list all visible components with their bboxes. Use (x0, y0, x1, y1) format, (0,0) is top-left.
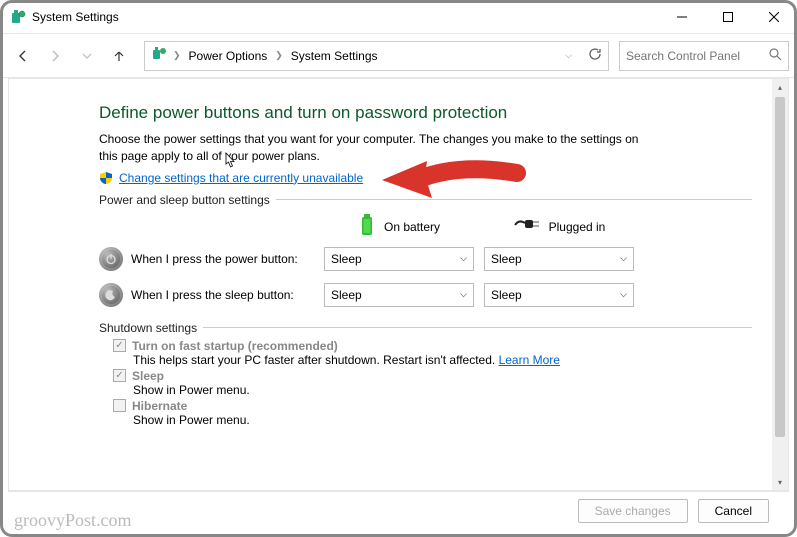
address-dropdown-button[interactable]: ⌵ (565, 50, 572, 61)
navbar: ❯ Power Options ❯ System Settings ⌵ (0, 34, 797, 78)
hibernate-label: Hibernate (132, 399, 187, 413)
hibernate-item: Hibernate Show in Power menu. (113, 399, 752, 427)
search-box[interactable] (619, 41, 789, 71)
sleep-button-plugged-select[interactable]: Sleep⌵ (484, 283, 634, 307)
sleep-checkbox (113, 369, 126, 382)
chevron-right-icon: ❯ (173, 50, 181, 61)
save-changes-button[interactable]: Save changes (578, 499, 688, 523)
page-title: Define power buttons and turn on passwor… (99, 103, 752, 123)
content-pane: Define power buttons and turn on passwor… (8, 78, 789, 491)
fast-startup-item: Turn on fast startup (recommended) This … (113, 339, 752, 367)
plug-icon (513, 217, 541, 236)
chevron-right-icon: ❯ (275, 50, 283, 61)
address-bar[interactable]: ❯ Power Options ❯ System Settings ⌵ (144, 41, 609, 71)
close-button[interactable] (751, 0, 797, 34)
hibernate-desc: Show in Power menu. (113, 413, 752, 427)
power-button-row: When I press the power button: Sleep⌵ Sl… (99, 241, 752, 277)
chevron-down-icon: ⌵ (620, 253, 627, 264)
sleep-item: Sleep Show in Power menu. (113, 369, 752, 397)
window-title: System Settings (32, 10, 119, 24)
sleep-button-label: When I press the sleep button: (131, 288, 294, 302)
app-icon (10, 9, 26, 25)
back-button[interactable] (8, 41, 38, 71)
page-description: Choose the power settings that you want … (99, 131, 659, 165)
scroll-up-button[interactable]: ▴ (772, 79, 788, 95)
sleep-desc: Show in Power menu. (113, 383, 752, 397)
chevron-down-icon: ⌵ (460, 289, 467, 300)
battery-icon (358, 213, 376, 240)
hibernate-checkbox (113, 399, 126, 412)
scroll-down-button[interactable]: ▾ (772, 474, 788, 490)
maximize-button[interactable] (705, 0, 751, 34)
breadcrumb-system-settings[interactable]: System Settings (289, 47, 380, 65)
sleep-button-row: When I press the sleep button: Sleep⌵ Sl… (99, 277, 752, 313)
power-button-plugged-select[interactable]: Sleep⌵ (484, 247, 634, 271)
fast-startup-label: Turn on fast startup (recommended) (132, 339, 338, 353)
titlebar: System Settings (0, 0, 797, 34)
chevron-down-icon: ⌵ (620, 289, 627, 300)
cancel-button[interactable]: Cancel (698, 499, 769, 523)
change-settings-link[interactable]: Change settings that are currently unava… (119, 171, 363, 185)
search-icon[interactable] (769, 48, 782, 64)
shutdown-section-heading: Shutdown settings (99, 321, 752, 335)
power-button-battery-select[interactable]: Sleep⌵ (324, 247, 474, 271)
address-icon (151, 46, 167, 65)
chevron-down-icon: ⌵ (460, 253, 467, 264)
minimize-button[interactable] (659, 0, 705, 34)
watermark: groovyPost.com (14, 510, 132, 531)
plugged-in-label: Plugged in (549, 220, 606, 234)
on-battery-label: On battery (384, 220, 440, 234)
power-button-icon (99, 247, 123, 271)
column-headers: On battery Plugged in (99, 213, 752, 241)
fast-startup-desc: This helps start your PC faster after sh… (133, 353, 499, 367)
vertical-scrollbar[interactable]: ▴ ▾ (772, 79, 788, 490)
sleep-label: Sleep (132, 369, 164, 383)
recent-dropdown-button[interactable] (72, 41, 102, 71)
uac-shield-icon (99, 171, 113, 185)
sleep-button-battery-select[interactable]: Sleep⌵ (324, 283, 474, 307)
power-button-label: When I press the power button: (131, 252, 298, 266)
sleep-button-icon (99, 283, 123, 307)
breadcrumb-power-options[interactable]: Power Options (187, 47, 270, 65)
search-input[interactable] (626, 49, 769, 63)
forward-button[interactable] (40, 41, 70, 71)
power-sleep-section-heading: Power and sleep button settings (99, 193, 752, 207)
scroll-thumb[interactable] (775, 97, 785, 437)
learn-more-link[interactable]: Learn More (499, 353, 560, 367)
refresh-button[interactable] (588, 47, 602, 64)
up-button[interactable] (104, 41, 134, 71)
fast-startup-checkbox (113, 339, 126, 352)
